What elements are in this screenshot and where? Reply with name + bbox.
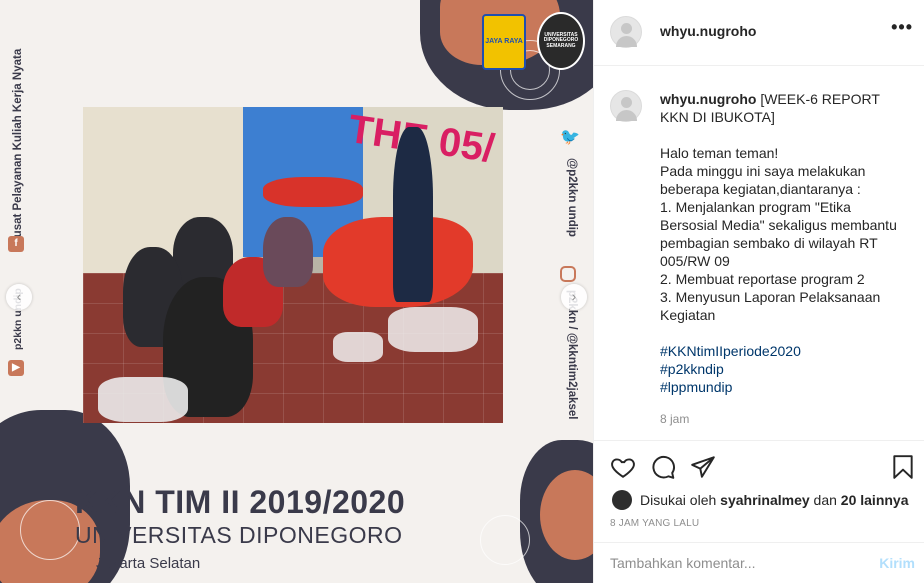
liked-prefix: Disukai oleh xyxy=(640,492,717,508)
instagram-icon xyxy=(560,266,576,282)
photo-standing-person xyxy=(393,127,433,302)
caption-greeting: Halo teman teman! xyxy=(660,145,779,161)
kkn-activity-photo: THE 05/ xyxy=(83,107,503,423)
bookmark-icon[interactable] xyxy=(890,454,916,480)
action-bar xyxy=(594,440,924,492)
caption-area: whyu.nugroho [WEEK-6 REPORT KKN DI IBUKO… xyxy=(594,66,924,440)
liker-avatar[interactable] xyxy=(612,490,632,510)
caption-text: whyu.nugroho [WEEK-6 REPORT KKN DI IBUKO… xyxy=(660,90,910,396)
photo-plastic-bag xyxy=(98,377,188,422)
liked-mid: dan xyxy=(813,492,837,508)
twitter-icon: 🐦 xyxy=(560,129,580,146)
facebook-icon: f xyxy=(8,236,24,252)
youtube-icon: ▶ xyxy=(8,360,24,376)
hashtag-link[interactable]: #lppmundip xyxy=(660,378,910,396)
left-vertical-text: Pusat Pelayanan Kuliah Kerja Nyata xyxy=(12,48,24,245)
likes-count[interactable]: 20 lainnya xyxy=(841,492,909,508)
comment-bar: Kirim xyxy=(594,542,924,583)
header-username[interactable]: whyu.nugroho xyxy=(660,23,756,39)
poster-subtitle: UNIVERSITAS DIPONEGORO xyxy=(75,522,403,548)
comment-input[interactable] xyxy=(610,555,860,571)
left-vertical-banner: Pusat Pelayanan Kuliah Kerja Nyata f p2k… xyxy=(4,20,28,380)
liker-username[interactable]: syahrinalmey xyxy=(720,492,810,508)
post-timestamp: 8 JAM YANG LALU xyxy=(610,518,700,529)
hashtag-link[interactable]: #p2kkndip xyxy=(660,360,910,378)
photo-seated-person xyxy=(263,217,313,287)
caption-intro: Pada minggu ini saya melakukan beberapa … xyxy=(660,163,866,197)
caption-avatar[interactable] xyxy=(610,90,642,122)
comment-icon[interactable] xyxy=(650,454,676,480)
caption-time: 8 jam xyxy=(660,412,690,426)
more-options-icon[interactable]: ••• xyxy=(891,18,913,36)
post-image[interactable]: JAYA RAYA UNIVERSITAS DIPONEGORO SEMARAN… xyxy=(0,0,593,583)
photo-bags xyxy=(263,177,363,207)
photo-plastic-bag xyxy=(333,332,383,362)
photo-plastic-bag xyxy=(388,307,478,352)
likes-summary: Disukai oleh syahrinalmey dan 20 lainnya xyxy=(612,490,909,510)
poster-location: Jakarta Selatan xyxy=(96,555,201,572)
decor-ring xyxy=(480,515,530,565)
caption-username[interactable]: whyu.nugroho xyxy=(660,91,756,107)
avatar[interactable] xyxy=(610,16,642,48)
caption-item-1: 1. Menjalankan program "Etika Bersosial … xyxy=(660,199,897,269)
undip-logo: UNIVERSITAS DIPONEGORO SEMARANG xyxy=(537,12,585,70)
decor-ring xyxy=(20,500,80,560)
previous-image-button[interactable]: ‹ xyxy=(6,284,32,310)
caption-item-2: 2. Membuat reportase program 2 xyxy=(660,271,865,287)
right-handle-text-1: @p2kkn undip xyxy=(566,158,578,237)
hashtag-link[interactable]: #KKNtimIIperiode2020 xyxy=(660,342,910,360)
caption-item-3: 3. Menyusun Laporan Pelaksanaan Kegiatan xyxy=(660,289,881,323)
poster-title: KKN TIM II 2019/2020 xyxy=(75,484,406,520)
heart-icon[interactable] xyxy=(610,454,636,480)
share-icon[interactable] xyxy=(690,454,716,480)
next-image-button[interactable]: › xyxy=(561,284,587,310)
post-sidebar: whyu.nugroho ••• whyu.nugroho [WEEK-6 RE… xyxy=(593,0,924,583)
jakarta-logo: JAYA RAYA xyxy=(482,14,526,70)
post-header: whyu.nugroho ••• xyxy=(594,0,924,66)
post-comment-button[interactable]: Kirim xyxy=(879,555,915,571)
